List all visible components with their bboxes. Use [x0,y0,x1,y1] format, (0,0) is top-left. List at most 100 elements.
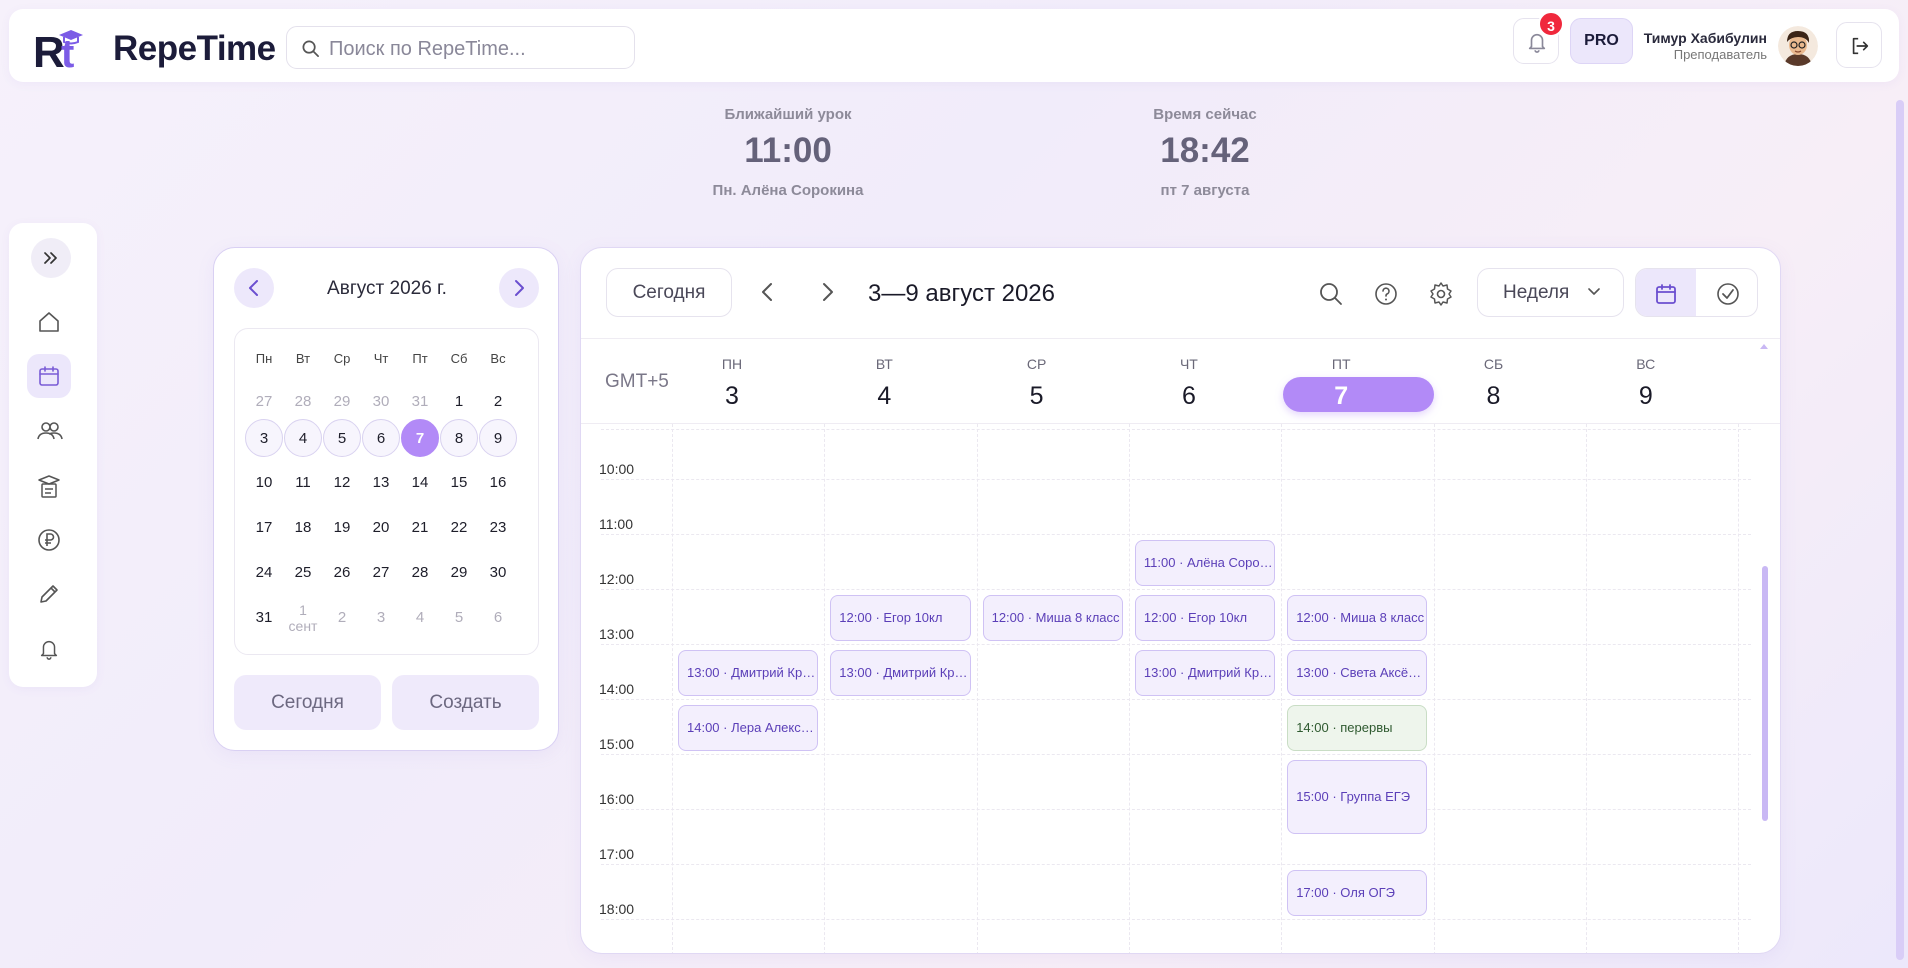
grid-hour-line [601,864,1751,865]
mini-calendar-day[interactable]: 22 [440,509,478,547]
grid-column-line [976,424,978,953]
settings-button[interactable] [1428,281,1454,307]
logo-icon[interactable]: R t [33,27,91,77]
calendar-event[interactable]: 15:00 · Группа ЕГЭ [1287,760,1428,834]
mini-calendar-day[interactable]: 13 [362,464,400,502]
calendar-event[interactable]: 12:00 · Егор 10кл [1134,595,1276,641]
mini-calendar-day[interactable]: 28 [284,383,322,421]
calendar-event[interactable]: 12:00 · Миша 8 класс [982,595,1123,641]
sidebar-expand-button[interactable] [31,238,71,278]
help-button[interactable] [1373,281,1399,307]
calendar-event[interactable]: 14:00 · Лера Александрова [678,705,819,751]
day-header-number[interactable]: 6 [1114,379,1264,413]
mini-calendar-day[interactable]: 6 [479,599,517,637]
mini-calendar-day[interactable]: 2 [479,383,517,421]
mini-calendar-day[interactable]: 28 [401,554,439,592]
mini-calendar-day[interactable]: 23 [479,509,517,547]
calendar-event[interactable]: 13:00 · Дмитрий Крылов [1134,650,1276,696]
mini-calendar-day[interactable]: 4 [284,419,322,457]
calendar-event[interactable]: 17:00 · Оля ОГЭ [1287,870,1428,916]
grid-scrollbar[interactable] [1762,566,1768,821]
mini-calendar-day[interactable]: 5 [440,599,478,637]
create-button[interactable]: Создать [392,675,539,730]
sidebar-item-payments[interactable] [27,518,71,562]
search-events-button[interactable] [1318,281,1344,307]
mini-calendar-day[interactable]: 30 [479,554,517,592]
pro-button[interactable]: PRO [1570,18,1633,64]
user-name[interactable]: Тимур Хабибулин [1640,30,1767,46]
mini-calendar-day[interactable]: 24 [245,554,283,592]
mini-calendar-day[interactable]: 10 [245,464,283,502]
sidebar-item-home[interactable] [27,300,71,344]
mini-calendar-day[interactable]: 25 [284,554,322,592]
next-week-button[interactable] [816,281,838,303]
search-icon [1320,283,1342,305]
mini-calendar-day[interactable]: 3 [245,419,283,457]
sidebar-item-notifications[interactable] [27,627,71,671]
mini-calendar-day[interactable]: 12 [323,464,361,502]
day-header-number[interactable]: 5 [962,379,1112,413]
page-scrollbar[interactable] [1896,100,1904,960]
day-header-number[interactable]: 8 [1419,379,1569,413]
mini-calendar-day[interactable]: 20 [362,509,400,547]
calendar-event[interactable]: 13:00 · Дмитрий Крылов [678,650,819,696]
mini-weekday-header: Чт [373,351,389,366]
mini-calendar-day[interactable]: 6 [362,419,400,457]
mini-calendar-day[interactable]: 1 [440,383,478,421]
avatar[interactable] [1778,26,1818,66]
mini-calendar-day[interactable]: 26 [323,554,361,592]
logout-button[interactable] [1836,22,1882,68]
prev-week-button[interactable] [757,281,779,303]
calendar-event[interactable]: 13:00 · Дмитрий Крылов [830,650,971,696]
mini-calendar-day[interactable]: 4 [401,599,439,637]
mini-calendar-day[interactable]: 16 [479,464,517,502]
mini-calendar-day[interactable]: 8 [440,419,478,457]
calendar-event[interactable]: 12:00 · Егор 10кл [830,595,971,641]
sidebar-item-courses[interactable] [27,463,71,507]
mini-calendar-day[interactable]: 14 [401,464,439,502]
mini-calendar-day[interactable]: 27 [245,383,283,421]
mini-calendar-day[interactable]: 29 [440,554,478,592]
calendar-event[interactable]: 11:00 · Алёна Сорокина [1134,540,1276,586]
calendar-event[interactable]: 13:00 · Света Аксёнова [1287,650,1428,696]
grid-scroll-up-arrow[interactable] [1760,344,1768,349]
next-lesson-student[interactable]: Пн. Алёна Сорокина [668,182,908,199]
mini-calendar-day[interactable]: 2 [323,599,361,637]
sidebar-item-calendar[interactable] [27,354,71,398]
mini-calendar-day[interactable]: 21 [401,509,439,547]
mini-calendar-day[interactable]: 9 [479,419,517,457]
grid-hour-line [601,809,1751,810]
grid-hour-line [601,699,1751,700]
mini-calendar-day[interactable]: 3 [362,599,400,637]
mini-calendar-day[interactable]: 29 [323,383,361,421]
sidebar-item-notes[interactable] [27,572,71,616]
next-month-button[interactable] [499,268,539,308]
sidebar-item-students[interactable] [27,409,71,453]
mini-calendar-day[interactable]: 30 [362,383,400,421]
day-header-number[interactable]: 3 [657,379,807,413]
view-mode-select[interactable]: Неделя [1477,268,1624,317]
mini-calendar-day[interactable]: 31 [401,383,439,421]
mini-calendar-day[interactable]: 15 [440,464,478,502]
calendar-view-button[interactable] [1636,269,1696,316]
calendar-event[interactable]: 12:00 · Миша 8 класс [1287,595,1428,641]
grid-column-line [1128,424,1130,953]
mini-calendar-day[interactable]: 27 [362,554,400,592]
mini-calendar-day[interactable]: 11 [284,464,322,502]
day-header-number[interactable]: 7 [1266,379,1416,413]
day-header-number[interactable]: 4 [809,379,959,413]
prev-month-button[interactable] [234,268,274,308]
mini-calendar-day[interactable]: 31 [245,599,283,637]
today-button[interactable]: Сегодня [606,268,732,317]
mini-calendar-day[interactable]: 7 [401,419,439,457]
calendar-event[interactable]: 14:00 · перервы [1287,705,1428,751]
mini-calendar-day[interactable]: 19 [323,509,361,547]
mini-today-button[interactable]: Сегодня [234,675,381,730]
day-header-number[interactable]: 9 [1571,379,1721,413]
mini-calendar-day[interactable]: 1 сент [284,599,322,637]
mini-calendar-day[interactable]: 17 [245,509,283,547]
search-input[interactable]: Поиск по RepeTime... [286,26,635,69]
mini-calendar-day[interactable]: 5 [323,419,361,457]
next-lesson-time: 11:00 [744,131,832,170]
mini-calendar-day[interactable]: 18 [284,509,322,547]
